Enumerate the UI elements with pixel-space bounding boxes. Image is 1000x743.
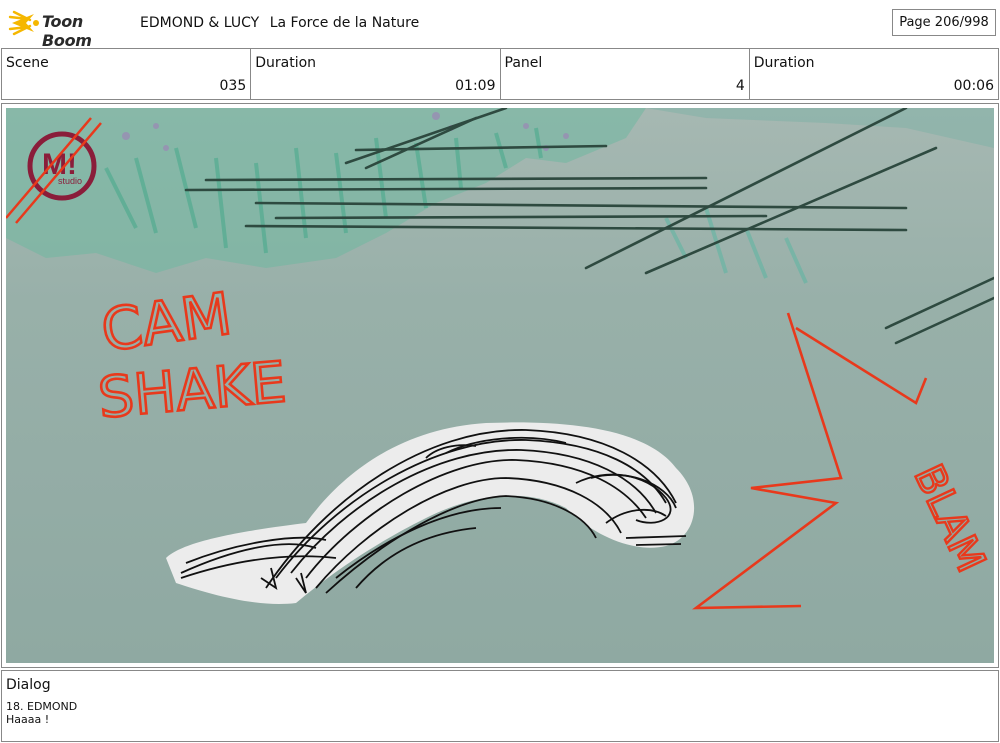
brand-name: Toon Boom [42, 12, 92, 50]
document-title: EDMOND & LUCY La Force de la Nature [140, 15, 419, 31]
studio-logo-sub: studio [58, 176, 82, 186]
toon-boom-logo: Toon Boom [8, 8, 128, 50]
scene-duration-value: 01:09 [455, 78, 496, 94]
scene-cell: Scene 035 [1, 48, 252, 100]
storyboard-header: Toon Boom EDMOND & LUCY La Force de la N… [0, 0, 1000, 50]
panel-duration-label: Duration [753, 55, 815, 71]
scene-label: Scene [6, 55, 49, 71]
dialog-label: Dialog [6, 677, 51, 693]
scene-duration-label: Duration [255, 55, 317, 71]
project-name: EDMOND & LUCY [140, 15, 260, 31]
page-indicator: Page 206/998 [892, 9, 996, 36]
panel-cell: Panel 4 [500, 48, 750, 100]
dialog-speaker: 18. EDMOND [6, 700, 78, 713]
scene-duration-cell: Duration 01:09 [251, 48, 501, 100]
scene-value: 035 [219, 78, 247, 94]
panel-image: M! studio CAM SHAKE BLAM [6, 108, 994, 663]
panel-duration-cell: Duration 00:06 [749, 48, 999, 100]
episode-name: La Force de la Nature [269, 15, 420, 31]
panel-duration-value: 00:06 [953, 78, 994, 94]
toon-boom-burst-icon [8, 10, 39, 36]
dialog-text: Haaaa ! [6, 713, 50, 726]
panel-value: 4 [735, 78, 745, 94]
panel-info-row: Scene 035 Duration 01:09 Panel 4 Duratio… [1, 48, 999, 100]
panel-label: Panel [504, 55, 543, 71]
dialog-box: Dialog 18. EDMOND Haaaa ! [1, 670, 999, 742]
